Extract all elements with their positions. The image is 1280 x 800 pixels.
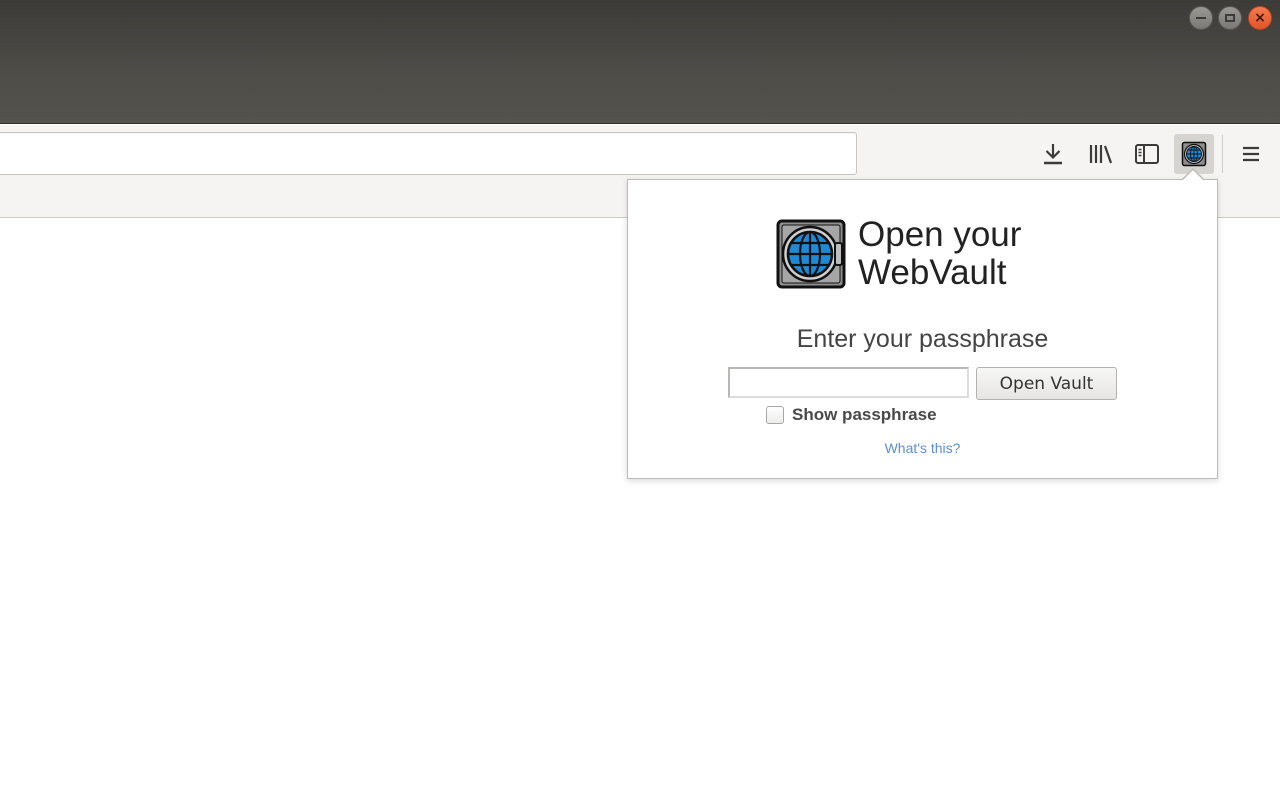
window-titlebar: × bbox=[0, 0, 1280, 124]
library-button[interactable] bbox=[1081, 134, 1121, 174]
minimize-window-button[interactable] bbox=[1189, 6, 1213, 30]
webvault-globe-icon bbox=[1181, 141, 1207, 167]
open-vault-button[interactable]: Open Vault bbox=[976, 367, 1117, 400]
sidebar-icon bbox=[1135, 144, 1159, 164]
minimize-icon bbox=[1196, 17, 1206, 19]
hamburger-menu-icon bbox=[1243, 146, 1259, 162]
whats-this-link[interactable]: What's this? bbox=[628, 440, 1217, 456]
webvault-popup: Open your WebVault Enter your passphrase… bbox=[627, 179, 1218, 479]
popup-title: Open your WebVault bbox=[858, 215, 1022, 292]
popup-arrow-fill bbox=[1182, 170, 1204, 181]
open-menu-button[interactable] bbox=[1231, 134, 1271, 174]
navigation-toolbar bbox=[0, 125, 1280, 181]
download-arrow-icon bbox=[1044, 144, 1062, 165]
passphrase-input[interactable] bbox=[728, 367, 969, 398]
show-passphrase-checkbox[interactable] bbox=[766, 406, 784, 424]
show-passphrase-label[interactable]: Show passphrase bbox=[792, 405, 937, 425]
close-icon: × bbox=[1254, 10, 1266, 26]
toolbar-separator bbox=[1222, 135, 1223, 173]
maximize-window-button[interactable] bbox=[1218, 6, 1242, 30]
webvault-logo-icon bbox=[776, 219, 846, 289]
library-icon bbox=[1089, 145, 1113, 164]
maximize-icon bbox=[1225, 14, 1235, 22]
passphrase-prompt: Enter your passphrase bbox=[796, 325, 1049, 353]
url-bar[interactable] bbox=[0, 132, 857, 175]
downloads-button[interactable] bbox=[1033, 134, 1073, 174]
sidebar-toggle-button[interactable] bbox=[1127, 134, 1167, 174]
close-window-button[interactable]: × bbox=[1248, 6, 1272, 30]
show-passphrase-row[interactable]: Show passphrase bbox=[766, 404, 937, 426]
